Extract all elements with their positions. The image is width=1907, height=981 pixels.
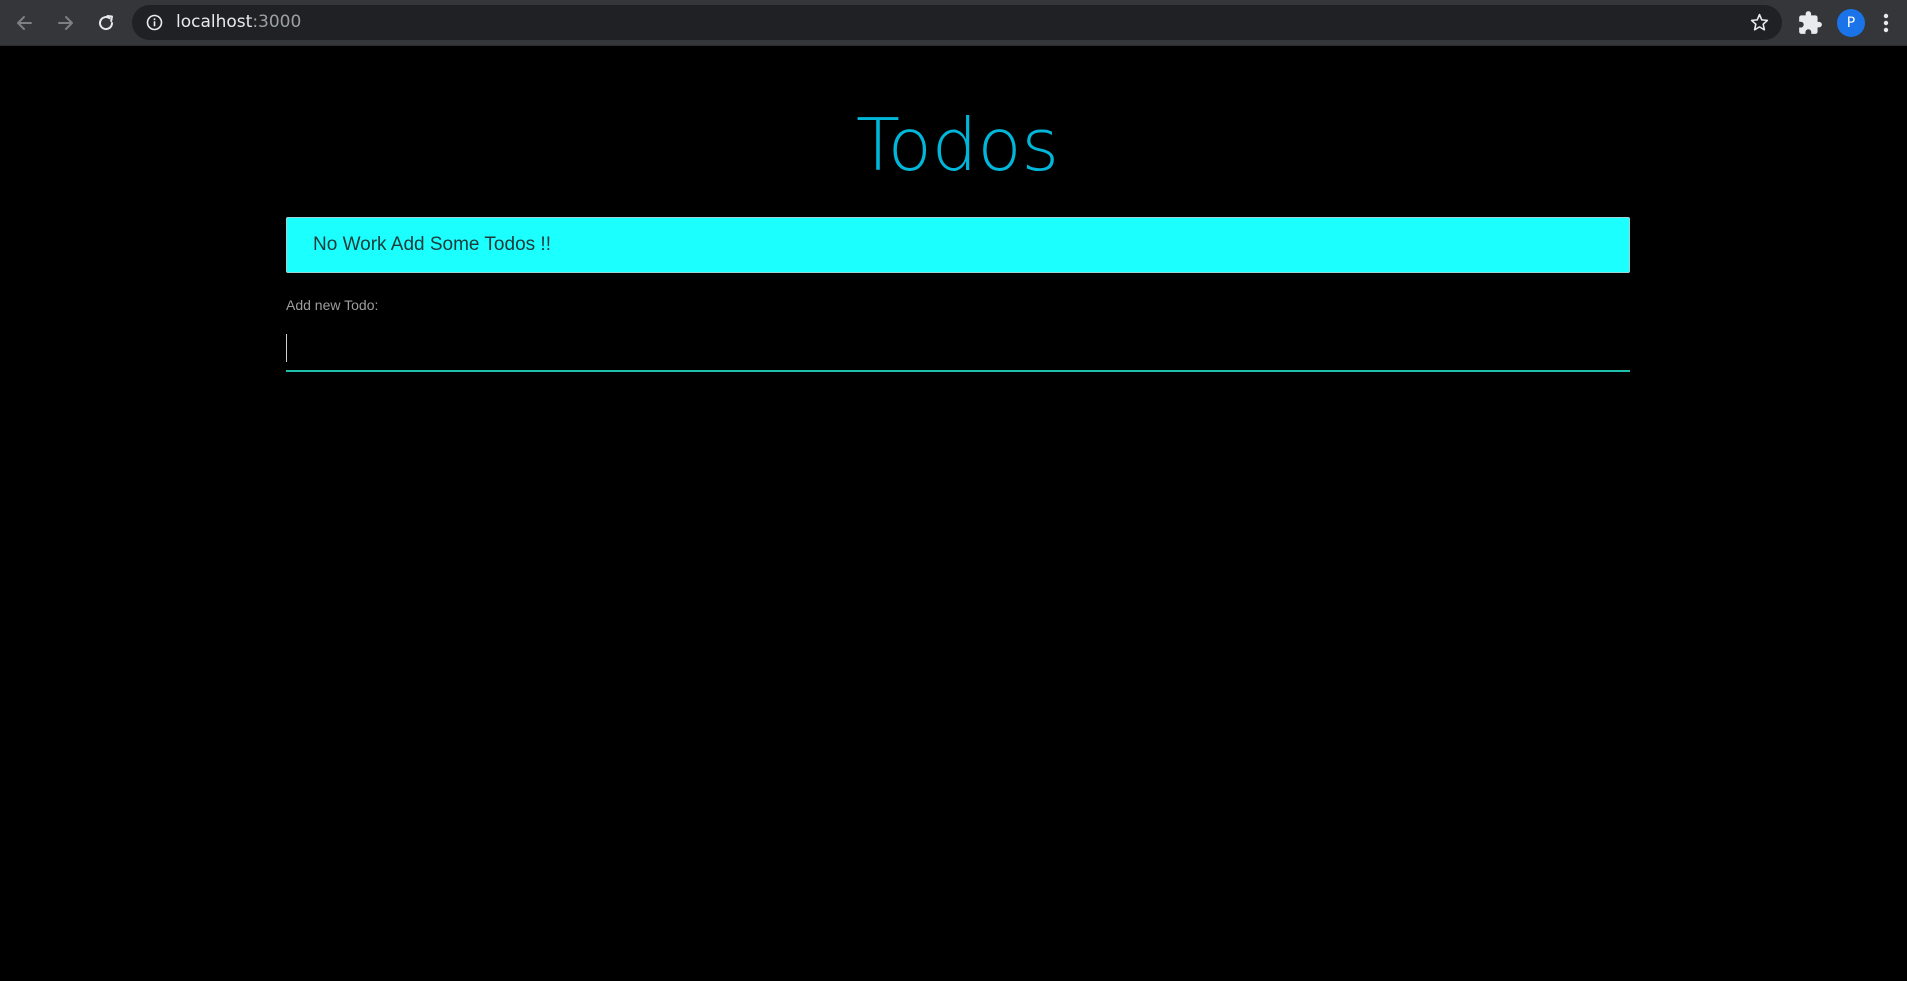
new-todo-input[interactable]: [286, 322, 1630, 372]
arrow-left-icon: [17, 16, 32, 30]
page-title: Todos: [855, 103, 1060, 187]
page-content: Todos No Work Add Some Todos !! Add new …: [0, 46, 1907, 981]
alert-text: No Work Add Some Todos !!: [313, 234, 551, 255]
empty-todos-alert: No Work Add Some Todos !!: [286, 217, 1630, 273]
kebab-menu-icon[interactable]: [1879, 10, 1893, 36]
info-icon[interactable]: [146, 14, 163, 31]
reload-button[interactable]: [91, 8, 121, 38]
arrow-right-icon: [58, 16, 73, 30]
reload-icon: [99, 15, 114, 31]
browser-toolbar: localhost:3000 P: [0, 0, 1907, 46]
back-button[interactable]: [10, 8, 40, 38]
address-bar[interactable]: localhost:3000: [132, 5, 1782, 40]
url-host: localhost: [176, 12, 253, 32]
url-port: :3000: [252, 12, 302, 32]
star-icon[interactable]: [1749, 12, 1770, 33]
text-caret: [286, 334, 287, 362]
new-todo-label: Add new Todo:: [286, 297, 379, 313]
forward-button[interactable]: [50, 8, 80, 38]
address-url[interactable]: localhost:3000: [176, 12, 301, 33]
puzzle-icon[interactable]: [1797, 10, 1823, 36]
profile-avatar[interactable]: P: [1837, 9, 1865, 37]
